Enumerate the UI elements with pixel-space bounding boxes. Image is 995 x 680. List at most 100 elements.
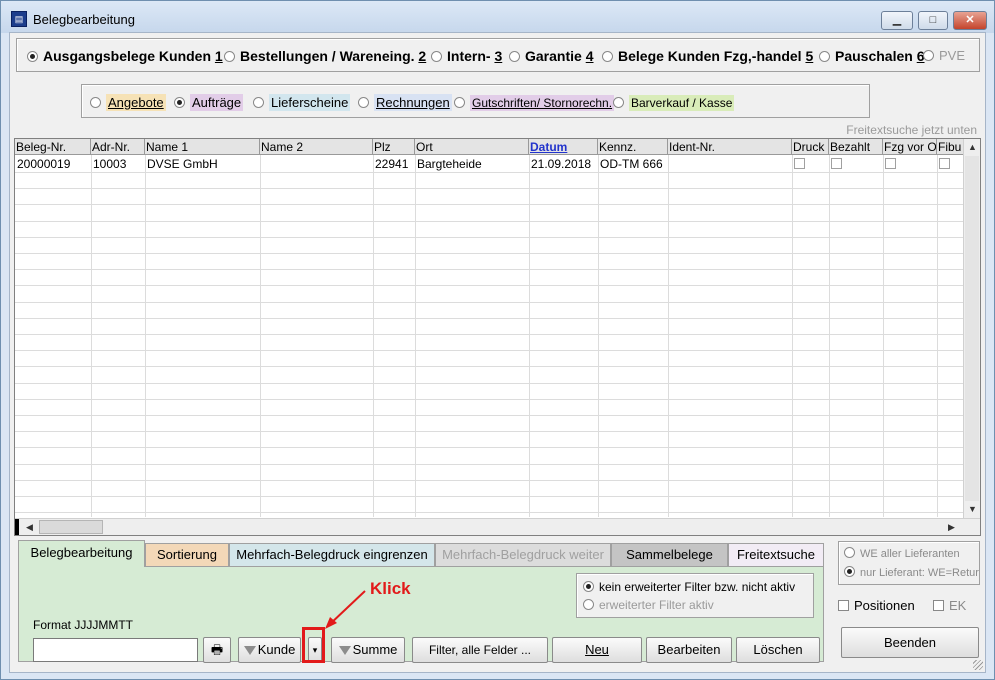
radio-rechnungen[interactable]: Rechnungen — [358, 94, 452, 111]
radio-indicator — [253, 97, 264, 108]
scroll-down-icon[interactable]: ▼ — [964, 501, 980, 518]
grid-row-line — [15, 285, 964, 286]
vertical-scrollbar[interactable]: ▲ ▼ — [963, 139, 980, 519]
scroll-thumb[interactable] — [39, 520, 103, 534]
date-input[interactable] — [33, 638, 198, 662]
radio-we-all-suppliers[interactable]: WE aller Lieferanten — [844, 547, 960, 560]
column-header-bezahlt[interactable]: Bezahlt — [829, 139, 883, 155]
loeschen-button[interactable]: Löschen — [736, 637, 820, 663]
radio-indicator — [613, 97, 624, 108]
radio-pve[interactable]: PVE — [923, 48, 965, 63]
horizontal-scrollbar[interactable]: ◀ ▶ — [15, 518, 980, 535]
radio-gutschriften[interactable]: Gutschriften/ Stornorechn. — [454, 94, 615, 111]
funnel-icon — [243, 646, 256, 655]
radio-only-supplier[interactable]: nur Lieferant: WE=Retur — [844, 566, 979, 579]
column-header-ort[interactable]: Ort — [415, 139, 529, 155]
column-header-adr-nr[interactable]: Adr-Nr. — [91, 139, 145, 155]
grid-row-line — [15, 350, 964, 351]
cell-plz[interactable]: 22941 — [373, 156, 415, 172]
summe-filter-button[interactable]: Summe — [331, 637, 405, 663]
tab-sammelbelege[interactable]: Sammelbelege — [611, 543, 728, 566]
radio-indicator — [583, 581, 594, 592]
tab-mehrfach-weiter[interactable]: Mehrfach-Belegdruck weiter — [435, 543, 611, 566]
radio-pauschalen[interactable]: Pauschalen 6 — [819, 48, 925, 64]
grid-column-line — [792, 155, 793, 517]
document-type-group: Ausgangsbelege Kunden 1 Bestellungen / W… — [16, 38, 980, 72]
radio-belege-fzg[interactable]: Belege Kunden Fzg,-handel 5 — [602, 48, 813, 64]
column-header-fzg-vor-o[interactable]: Fzg vor O — [883, 139, 937, 155]
cell-name2[interactable] — [260, 156, 373, 172]
column-header-kennz[interactable]: Kennz. — [598, 139, 668, 155]
grid-row-line — [15, 269, 964, 270]
grid-column-line — [91, 155, 92, 517]
neu-button[interactable]: Neu — [552, 637, 642, 663]
column-header-druck[interactable]: Druck — [792, 139, 829, 155]
freetext-hint: Freitextsuche jetzt unten — [846, 123, 977, 137]
column-header-fibu[interactable]: Fibu — [937, 139, 964, 155]
document-table[interactable]: Beleg-Nr. Adr-Nr. Name 1 Name 2 Plz Ort … — [14, 138, 981, 536]
scroll-left-icon[interactable]: ◀ — [21, 519, 38, 535]
fibu-checkbox[interactable] — [939, 158, 950, 169]
radio-bestellungen[interactable]: Bestellungen / Wareneing. 2 — [224, 48, 426, 64]
cell-ident-nr[interactable] — [668, 156, 792, 172]
scroll-right-icon[interactable]: ▶ — [943, 519, 960, 535]
tab-freitextsuche[interactable]: Freitextsuche — [728, 543, 824, 566]
scroll-up-icon[interactable]: ▲ — [964, 139, 980, 156]
column-header-ident-nr[interactable]: Ident-Nr. — [668, 139, 792, 155]
bearbeiten-button[interactable]: Bearbeiten — [646, 637, 732, 663]
close-button[interactable]: ✕ — [953, 11, 987, 30]
radio-indicator — [844, 566, 855, 577]
grid-row-line — [15, 431, 964, 432]
client-area: Ausgangsbelege Kunden 1 Bestellungen / W… — [9, 32, 986, 673]
positionen-checkbox[interactable]: Positionen — [838, 598, 915, 613]
cell-name1[interactable]: DVSE GmbH — [145, 156, 260, 172]
bezahlt-checkbox[interactable] — [831, 158, 842, 169]
scroll-track[interactable] — [965, 156, 979, 501]
maximize-button[interactable]: □ — [918, 11, 948, 30]
tab-sortierung[interactable]: Sortierung — [145, 543, 229, 566]
print-button[interactable]: 🖶 — [203, 637, 231, 663]
radio-lieferscheine[interactable]: Lieferscheine — [253, 94, 351, 111]
radio-auftraege[interactable]: Aufträge — [174, 94, 244, 111]
radio-extended-filter[interactable]: erweiterter Filter aktiv — [583, 598, 714, 612]
ek-checkbox[interactable]: EK — [933, 598, 966, 613]
minimize-button[interactable]: ▁ — [881, 11, 913, 30]
grid-column-line — [668, 155, 669, 517]
supplier-group: WE aller Lieferanten nur Lieferant: WE=R… — [838, 541, 980, 585]
tab-mehrfach-eingrenzen[interactable]: Mehrfach-Belegdruck eingrenzen — [229, 543, 435, 566]
grid-row-line — [15, 366, 964, 367]
document-subtype-group: Angebote Aufträge Lieferscheine Rechnung… — [81, 84, 870, 118]
column-header-plz[interactable]: Plz — [373, 139, 415, 155]
radio-indicator — [431, 51, 442, 62]
column-header-datum[interactable]: Datum — [529, 139, 598, 155]
column-header-name2[interactable]: Name 2 — [260, 139, 373, 155]
grid-row-line — [15, 447, 964, 448]
radio-angebote[interactable]: Angebote — [90, 94, 166, 111]
checkbox-box — [933, 600, 944, 611]
radio-no-extended-filter[interactable]: kein erweiterter Filter bzw. nicht aktiv — [583, 580, 795, 594]
filter-all-fields-button[interactable]: Filter, alle Felder ... — [412, 637, 548, 663]
grid-row-line — [15, 188, 964, 189]
druck-checkbox[interactable] — [794, 158, 805, 169]
radio-intern[interactable]: Intern- 3 — [431, 48, 502, 64]
grid-row-line — [15, 318, 964, 319]
cell-beleg-nr[interactable]: 20000019 — [15, 156, 91, 172]
radio-barverkauf[interactable]: Barverkauf / Kasse — [613, 94, 735, 111]
radio-indicator — [583, 599, 594, 610]
grid-row-line — [15, 496, 964, 497]
kunde-filter-button[interactable]: Kunde — [238, 637, 301, 663]
grid-column-line — [529, 155, 530, 517]
cell-datum[interactable]: 21.09.2018 — [529, 156, 598, 172]
cell-kennz[interactable]: OD-TM 666 — [598, 156, 668, 172]
fzg-vor-o-checkbox[interactable] — [885, 158, 896, 169]
beenden-button[interactable]: Beenden — [841, 627, 979, 658]
column-header-beleg-nr[interactable]: Beleg-Nr. — [15, 139, 91, 155]
cell-adr-nr[interactable]: 10003 — [91, 156, 145, 172]
radio-garantie[interactable]: Garantie 4 — [509, 48, 594, 64]
radio-ausgangsbelege[interactable]: Ausgangsbelege Kunden 1 — [27, 48, 223, 64]
grid-column-line — [373, 155, 374, 517]
tab-belegbearbeitung[interactable]: Belegbearbeitung — [18, 540, 145, 567]
column-header-name1[interactable]: Name 1 — [145, 139, 260, 155]
cell-ort[interactable]: Bargteheide — [415, 156, 529, 172]
resize-grip[interactable] — [973, 660, 983, 670]
